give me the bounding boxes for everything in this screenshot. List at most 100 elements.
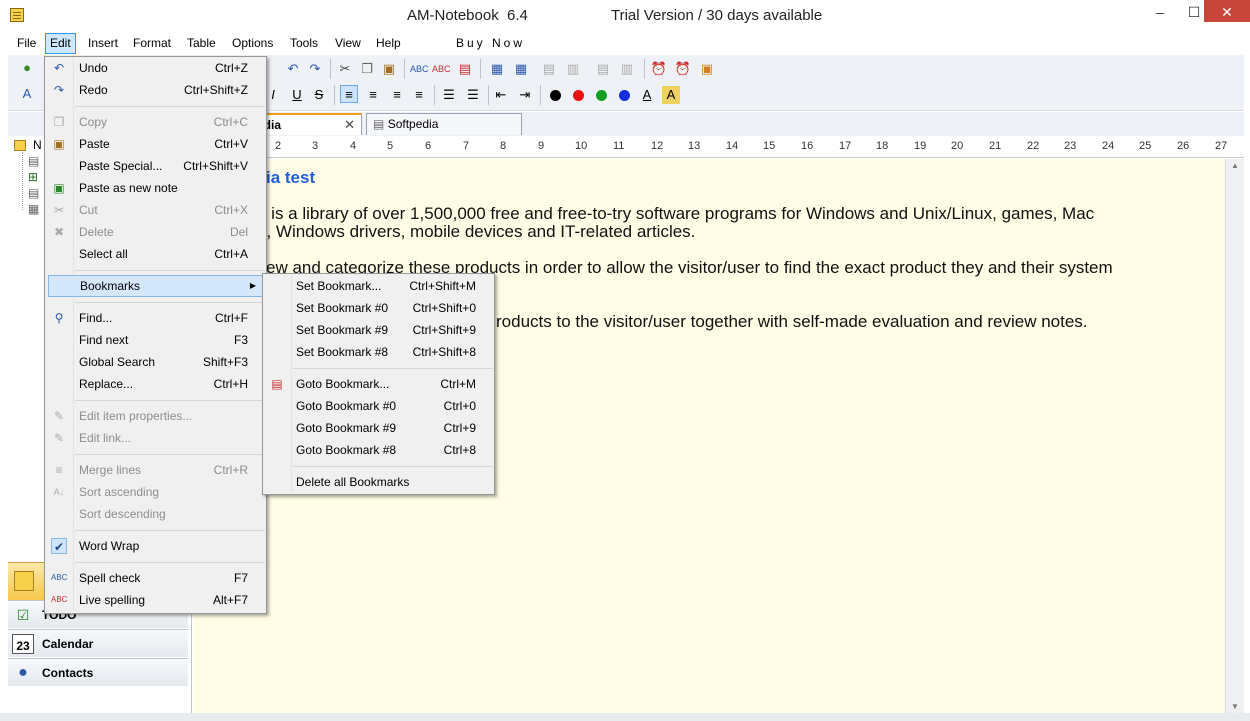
note-paragraph-line[interactable]: a is a library of over 1,500,000 free an… <box>257 204 1094 224</box>
pdf-icon[interactable]: ▤ <box>456 60 474 78</box>
strikethrough-icon[interactable]: S <box>310 86 328 104</box>
menu-item-set-bookmark-9[interactable]: Set Bookmark #9 Ctrl+Shift+9 <box>263 319 494 341</box>
merge-lines-icon: ≡ <box>55 463 63 477</box>
menu-table[interactable]: Table <box>183 33 220 54</box>
insert-table-icon[interactable]: ▦ <box>488 60 506 78</box>
ruler-mark: 11 <box>613 140 625 152</box>
live-spelling-icon[interactable]: ABC <box>432 60 451 78</box>
menu-item-undo[interactable]: ↶ Undo Ctrl+Z <box>45 57 266 79</box>
menu-item-replace[interactable]: Replace... Ctrl+H <box>45 373 266 395</box>
align-left-icon[interactable]: ≡ <box>340 85 358 103</box>
color-black-icon[interactable] <box>550 90 561 101</box>
tree-root-label[interactable]: N <box>33 138 42 152</box>
menu-item-paste-new-note[interactable]: ▣ Paste as new note <box>45 177 266 199</box>
outdent-icon[interactable]: ⇤ <box>492 86 510 104</box>
menu-item-redo[interactable]: ↷ Redo Ctrl+Shift+Z <box>45 79 266 101</box>
ruler-mark: 16 <box>801 140 814 152</box>
menu-item-global-search[interactable]: Global Search Shift+F3 <box>45 351 266 373</box>
tab-close-icon[interactable]: ✕ <box>344 117 355 133</box>
color-red-icon[interactable] <box>573 90 584 101</box>
menu-item-live-spelling[interactable]: ABC Live spelling Alt+F7 <box>45 589 266 611</box>
menu-item-paste[interactable]: ▣ Paste Ctrl+V <box>45 133 266 155</box>
copy-icon[interactable]: ❐ <box>358 60 376 78</box>
add-alarm-icon[interactable]: ⏰ <box>650 60 668 78</box>
note-paragraph-line[interactable]: roducts to the visitor/user together wit… <box>496 312 1088 332</box>
highlight-icon[interactable]: A <box>662 86 680 104</box>
cut-icon[interactable]: ✂ <box>336 60 354 78</box>
menu-item-find[interactable]: ⚲ Find... Ctrl+F <box>45 307 266 329</box>
menu-item-select-all[interactable]: Select all Ctrl+A <box>45 243 266 265</box>
menu-options[interactable]: Options <box>228 33 277 54</box>
numbered-list-icon[interactable]: ☰ <box>464 86 482 104</box>
menu-item-goto-bookmark-0[interactable]: Goto Bookmark #0 Ctrl+0 <box>263 395 494 417</box>
ruler: 1234567891011121314151617181920212223242… <box>192 137 1244 158</box>
tree-note-icon[interactable]: ▤ <box>28 154 39 168</box>
paste-icon[interactable]: ▣ <box>380 60 398 78</box>
database-icon[interactable]: ▣ <box>698 60 716 78</box>
menu-file[interactable]: File <box>13 33 40 54</box>
tab-softpedia[interactable]: ▤ Softpedia <box>366 113 522 135</box>
alarm-icon[interactable]: ⏰ <box>674 60 692 78</box>
menu-buy-now[interactable]: Buy Now <box>452 33 529 54</box>
bullet-list-icon[interactable]: ☰ <box>440 86 458 104</box>
menu-view[interactable]: View <box>331 33 365 54</box>
minimize-button[interactable]: – <box>1146 0 1174 24</box>
menu-item-goto-bookmark-8[interactable]: Goto Bookmark #8 Ctrl+8 <box>263 439 494 461</box>
note-heading[interactable]: ia test <box>266 168 315 188</box>
menu-item-find-next[interactable]: Find next F3 <box>45 329 266 351</box>
vertical-scrollbar[interactable]: ▲ ▼ <box>1225 159 1244 713</box>
menu-format[interactable]: Format <box>129 33 175 54</box>
delete-col-icon: ▥ <box>620 61 634 76</box>
tree-mindmap-icon[interactable]: ⊞ <box>28 170 38 184</box>
table-props-icon[interactable]: ▦ <box>512 60 530 78</box>
color-green-icon[interactable] <box>596 90 607 101</box>
redo-icon[interactable]: ↷ <box>306 60 324 78</box>
menu-help[interactable]: Help <box>372 33 405 54</box>
color-blue-icon[interactable] <box>619 90 630 101</box>
menu-tools[interactable]: Tools <box>286 33 322 54</box>
scroll-up-icon[interactable]: ▲ <box>1231 161 1239 170</box>
contacts-icon: ● <box>18 664 28 681</box>
menu-insert[interactable]: Insert <box>84 33 122 54</box>
menu-item-goto-bookmark[interactable]: ▤ Goto Bookmark... Ctrl+M <box>263 373 494 395</box>
menu-item-set-bookmark[interactable]: Set Bookmark... Ctrl+Shift+M <box>263 275 494 297</box>
menu-item-paste-special[interactable]: Paste Special... Ctrl+Shift+V <box>45 155 266 177</box>
ruler-mark: 6 <box>425 140 432 152</box>
align-center-icon[interactable]: ≡ <box>364 86 382 104</box>
ruler-mark: 25 <box>1139 140 1152 152</box>
close-button[interactable]: ✕ <box>1204 0 1250 22</box>
menu-item-delete-all-bookmarks[interactable]: Delete all Bookmarks <box>263 471 494 493</box>
edit-menu: ↶ Undo Ctrl+Z ↷ Redo Ctrl+Shift+Z ❐ Copy… <box>44 56 267 614</box>
tree-note-icon[interactable]: ▤ <box>28 186 39 200</box>
indent-icon[interactable]: ⇥ <box>516 86 534 104</box>
menu-item-copy: ❐ Copy Ctrl+C <box>45 111 266 133</box>
new-note-icon[interactable]: ● <box>18 59 36 77</box>
justify-icon[interactable]: ≡ <box>410 86 428 104</box>
spell-check-icon[interactable]: ABC <box>410 60 429 78</box>
copy-icon: ❐ <box>53 115 65 129</box>
checkmark-icon: ✔ <box>51 538 67 554</box>
ruler-mark: 13 <box>688 140 701 152</box>
align-right-icon[interactable]: ≡ <box>388 86 406 104</box>
edit-link-icon: ✎ <box>53 431 65 445</box>
bookmarks-submenu: Set Bookmark... Ctrl+Shift+M Set Bookmar… <box>262 273 495 495</box>
menu-item-set-bookmark-0[interactable]: Set Bookmark #0 Ctrl+Shift+0 <box>263 297 494 319</box>
nav-contacts-button[interactable]: ● Contacts <box>8 658 188 686</box>
menu-item-spell-check[interactable]: ABC Spell check F7 <box>45 567 266 589</box>
nav-calendar-button[interactable]: 23 Calendar <box>8 629 188 657</box>
menu-item-goto-bookmark-9[interactable]: Goto Bookmark #9 Ctrl+9 <box>263 417 494 439</box>
scroll-down-icon[interactable]: ▼ <box>1231 702 1239 711</box>
tree-table-icon[interactable]: ▦ <box>28 202 39 216</box>
menu-item-set-bookmark-8[interactable]: Set Bookmark #8 Ctrl+Shift+8 <box>263 341 494 363</box>
menu-edit[interactable]: Edit <box>45 33 76 54</box>
font-icon[interactable]: A <box>18 85 36 103</box>
spell-check-icon: ABC <box>51 573 68 582</box>
menu-item-bookmarks[interactable]: Bookmarks ▶ <box>48 275 263 297</box>
calendar-icon: 23 <box>12 634 34 654</box>
note-paragraph-line[interactable]: e, Windows drivers, mobile devices and I… <box>257 222 695 242</box>
trial-notice: Trial Version / 30 days available <box>611 7 823 24</box>
menu-item-word-wrap[interactable]: ✔ Word Wrap <box>45 535 266 557</box>
underline-icon[interactable]: U <box>288 86 306 104</box>
text-color-icon[interactable]: A <box>638 86 656 104</box>
undo-icon[interactable]: ↶ <box>284 60 302 78</box>
